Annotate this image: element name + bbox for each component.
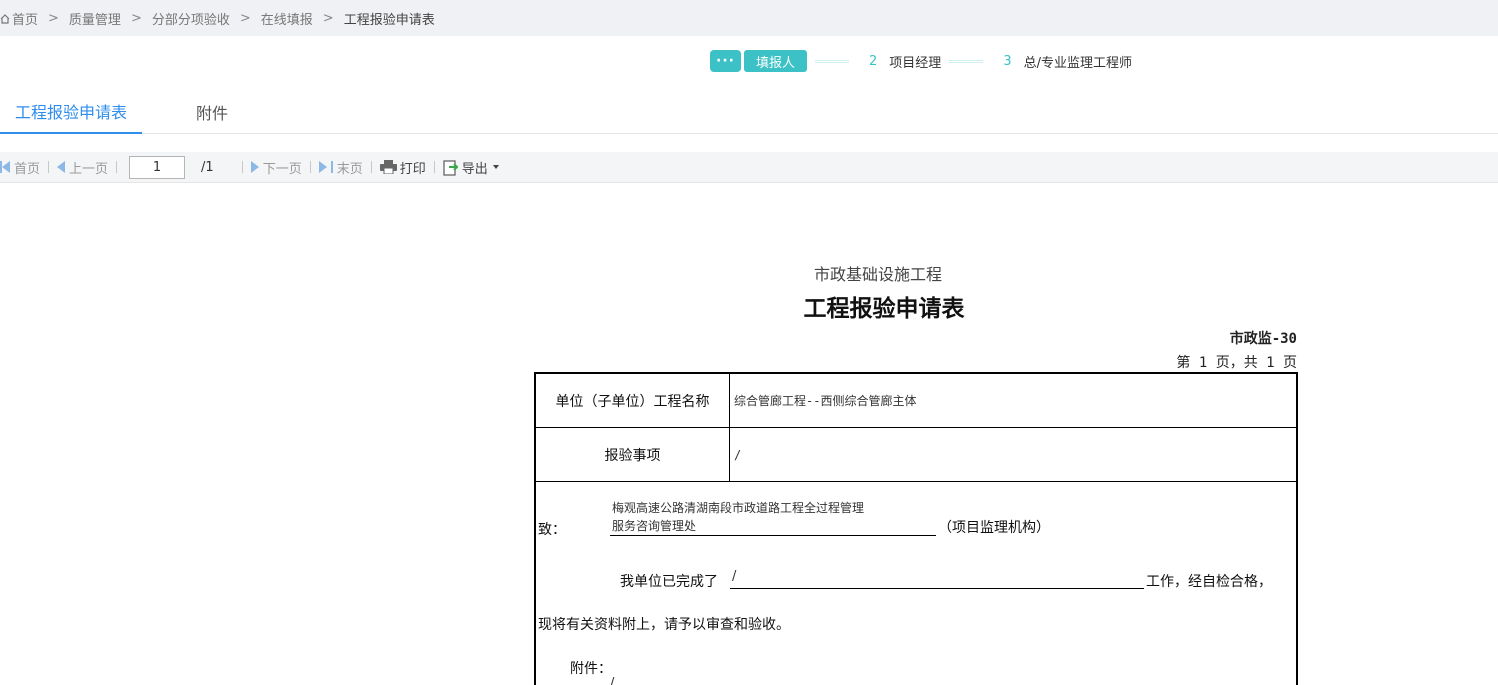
report-form: 单位（子单位）工程名称 综合管廊工程--西侧综合管廊主体 报验事项 / 致： 梅… <box>534 372 1298 685</box>
step-label-supervisor: 总/专业监理工程师 <box>1023 55 1132 71</box>
completed-suffix: 工作，经自检合格， <box>1146 574 1272 590</box>
attachment-value: / <box>610 676 615 685</box>
report-toolbar: 首页 上一页 /1 下一页 末页 打印 导出 <box>0 152 1498 183</box>
prev-page-label: 上一页 <box>69 161 109 177</box>
breadcrumb-separator: > <box>239 10 251 26</box>
first-page-button[interactable]: 首页 <box>0 158 40 177</box>
breadcrumb-current: 工程报验申请表 <box>343 12 435 28</box>
export-label: 导出 <box>461 161 488 177</box>
toolbar-divider <box>116 161 118 173</box>
breadcrumb: 首页 > 质量管理 > 分部分项验收 > 在线填报 > 工程报验申请表 <box>0 0 1498 36</box>
printer-icon <box>379 160 397 175</box>
form-row-unit-name: 单位（子单位）工程名称 综合管廊工程--西侧综合管廊主体 <box>536 374 1296 428</box>
attachment-label: 附件： <box>570 661 612 677</box>
step-label-project-manager: 项目经理 <box>889 55 942 71</box>
breadcrumb-separator: > <box>322 10 334 26</box>
step-number: 3 <box>1003 53 1012 69</box>
chevron-down-icon <box>492 165 499 169</box>
breadcrumb-online-fill[interactable]: 在线填报 <box>261 9 313 28</box>
toolbar-divider <box>48 161 50 173</box>
next-page-icon <box>250 161 259 173</box>
last-page-button[interactable]: 末页 <box>318 158 363 177</box>
step-number: 2 <box>869 53 878 69</box>
next-page-button[interactable]: 下一页 <box>250 158 302 177</box>
step-connector <box>815 59 850 63</box>
toolbar-divider <box>370 161 372 173</box>
breadcrumb-home[interactable]: 首页 <box>12 9 38 28</box>
prev-page-button[interactable]: 上一页 <box>57 158 108 177</box>
page-total: /1 <box>201 159 214 175</box>
breadcrumb-separator: > <box>48 10 59 26</box>
breadcrumb-acceptance[interactable]: 分部分项验收 <box>152 9 230 28</box>
last-page-arrow-icon <box>318 161 327 173</box>
completed-work-value: / <box>730 569 1144 589</box>
step-more-button[interactable]: ··· <box>710 50 741 72</box>
completed-label: 我单位已完成了 <box>620 574 718 590</box>
step-connector <box>949 59 984 63</box>
unit-name-label: 单位（子单位）工程名称 <box>536 374 730 427</box>
inspection-item-value: / <box>734 447 742 462</box>
unit-name-value: 综合管廊工程--西侧综合管廊主体 <box>734 394 917 408</box>
home-icon[interactable] <box>0 13 10 24</box>
inspection-item-label: 报验事项 <box>536 428 730 481</box>
tab-application-form[interactable]: 工程报验申请表 <box>0 90 142 134</box>
last-page-icon <box>330 161 333 173</box>
supervision-org-line2: 服务咨询管理处 <box>612 519 697 533</box>
toolbar-divider <box>309 161 311 173</box>
step-current: 填报人 <box>744 50 808 72</box>
prev-page-icon <box>57 161 66 173</box>
workflow-steps: ··· 填报人 2 项目经理 3 总/专业监理工程师 <box>710 49 1132 73</box>
tab-bar: 工程报验申请表 附件 <box>0 90 1498 134</box>
form-row-inspection-item: 报验事项 / <box>536 428 1296 482</box>
report-title: 工程报验申请表 <box>803 295 965 322</box>
request-sentence: 现将有关资料附上，请予以审查和验收。 <box>538 617 790 633</box>
breadcrumb-separator: > <box>130 10 142 26</box>
next-page-label: 下一页 <box>262 161 302 177</box>
export-button[interactable]: 导出 <box>443 158 499 177</box>
first-page-label: 首页 <box>14 161 41 177</box>
to-label: 致： <box>538 522 566 538</box>
supervision-org-line1: 梅观高速公路清湖南段市政道路工程全过程管理 <box>612 501 865 515</box>
print-label: 打印 <box>399 161 426 177</box>
supervision-org: 梅观高速公路清湖南段市政道路工程全过程管理 服务咨询管理处 <box>610 499 936 536</box>
toolbar-divider <box>241 161 243 173</box>
to-suffix: （项目监理机构） <box>938 520 1050 536</box>
last-page-label: 末页 <box>336 161 363 177</box>
page-info: 第 1 页，共 1 页 <box>1176 355 1297 371</box>
export-icon <box>443 159 459 176</box>
tab-attachments[interactable]: 附件 <box>170 90 254 134</box>
breadcrumb-quality[interactable]: 质量管理 <box>69 9 121 28</box>
toolbar-divider <box>433 161 435 173</box>
report-subtitle: 市政基础设施工程 <box>813 265 942 284</box>
form-code: 市政监-30 <box>1229 331 1297 347</box>
print-button[interactable]: 打印 <box>379 158 426 177</box>
page-number-input[interactable] <box>129 155 186 179</box>
first-page-arrow-icon <box>2 161 10 173</box>
